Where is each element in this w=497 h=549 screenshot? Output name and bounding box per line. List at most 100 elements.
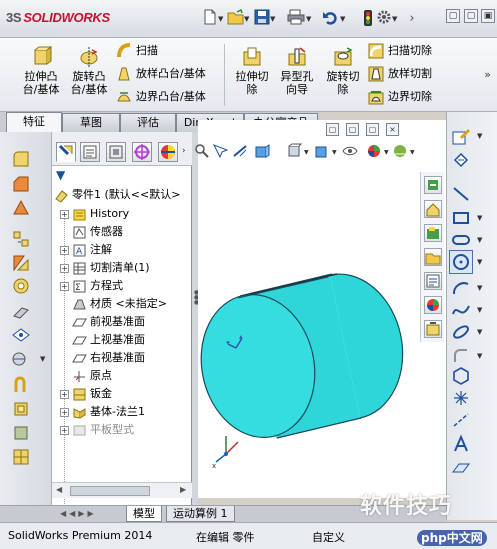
line-icon[interactable] xyxy=(451,184,471,204)
tab-model[interactable]: 模型 xyxy=(126,506,162,522)
extruded-cut-button[interactable]: 拉伸切 除 xyxy=(227,46,277,96)
tree-item[interactable]: + Σ 方程式 xyxy=(60,277,123,295)
print-icon[interactable] xyxy=(286,9,306,29)
tree-item[interactable]: + History xyxy=(60,205,129,223)
revolved-boss-button[interactable]: 旋转凸 台/基体 xyxy=(64,46,114,96)
tree-item[interactable]: 右视基准面 xyxy=(60,349,145,367)
viewport-tile-button[interactable]: ▢ xyxy=(346,123,359,136)
tab-evaluate[interactable]: 评估 xyxy=(120,113,176,132)
displaymanager-tab-icon[interactable] xyxy=(158,142,178,162)
edit-appearance-icon[interactable] xyxy=(366,143,382,159)
tree-item[interactable]: 传感器 xyxy=(60,223,123,241)
new-icon[interactable] xyxy=(200,9,220,29)
more-commands-button[interactable]: » xyxy=(484,68,491,81)
reference-geometry-dropdown-icon[interactable]: ▼ xyxy=(40,355,45,363)
graphics-area[interactable]: x xyxy=(198,120,446,498)
display-style-icon[interactable] xyxy=(314,143,330,159)
slot-icon[interactable] xyxy=(451,230,471,250)
tree-item[interactable]: + 基体-法兰1 xyxy=(60,403,145,421)
rib-icon[interactable] xyxy=(12,198,30,216)
slot-dropdown-icon[interactable]: ▼ xyxy=(477,236,482,244)
tree-item[interactable]: 前视基准面 xyxy=(60,313,145,331)
expand-icon[interactable]: + xyxy=(60,281,69,291)
window-button-2[interactable]: ▢ xyxy=(464,9,478,23)
tab-motion-study-1[interactable]: 运动算例 1 xyxy=(166,506,235,522)
hide-show-items-icon[interactable] xyxy=(342,143,358,159)
sweep-button[interactable]: 扫描 xyxy=(116,42,158,60)
fillet-sketch-dropdown-icon[interactable]: ▼ xyxy=(477,352,482,360)
appearances-scenes-icon[interactable] xyxy=(424,296,442,314)
undo-icon[interactable] xyxy=(320,9,340,29)
propertymanager-tab-icon[interactable] xyxy=(80,142,100,162)
file-explorer-icon[interactable] xyxy=(424,224,442,242)
expand-icon[interactable]: + xyxy=(60,425,69,435)
new-dropdown-icon[interactable]: ▼ xyxy=(218,15,223,23)
viewport-maximize-button[interactable]: ▢ xyxy=(366,123,379,136)
pattern-icon[interactable] xyxy=(12,230,30,248)
dimxpertmanager-tab-icon[interactable] xyxy=(132,142,152,162)
polygon-icon[interactable] xyxy=(451,366,471,386)
tree-item[interactable]: + 切割清单(1) xyxy=(60,259,150,277)
tree-horizontal-scrollbar[interactable]: ◀ ▶ xyxy=(52,482,192,498)
chamfer-icon[interactable] xyxy=(12,175,30,193)
manager-tabs-more-icon[interactable]: › xyxy=(182,146,186,156)
plane-sketch-icon[interactable] xyxy=(451,458,471,478)
fillet-icon[interactable] xyxy=(12,150,30,168)
tree-item[interactable]: + 钣金 xyxy=(60,385,112,403)
options-icon[interactable] xyxy=(374,9,394,29)
expand-icon[interactable]: + xyxy=(60,209,69,219)
scroll-left-arrow-icon[interactable]: ◀ xyxy=(56,485,62,494)
tab-features[interactable]: 特征 xyxy=(6,112,62,133)
lofted-cut-button[interactable]: 放样切割 xyxy=(368,65,432,83)
display-style-dropdown-icon[interactable]: ▼ xyxy=(332,149,337,156)
tree-item[interactable]: 材质 <未指定> xyxy=(60,295,167,313)
point-icon[interactable] xyxy=(451,388,471,408)
view-orientation-icon[interactable] xyxy=(286,143,302,159)
zoom-to-fit-icon[interactable] xyxy=(194,143,210,159)
open-icon[interactable] xyxy=(226,8,246,29)
view-palette-icon[interactable] xyxy=(424,248,442,266)
tree-item[interactable]: 原点 xyxy=(60,367,112,385)
save-dropdown-icon[interactable]: ▼ xyxy=(270,15,275,23)
boundary-cut-button[interactable]: 边界切除 xyxy=(368,88,432,106)
smart-dimension-icon[interactable] xyxy=(451,150,471,170)
instant3d-icon[interactable] xyxy=(12,400,30,418)
tree-root-part[interactable]: 零件1 (默认<<默认> xyxy=(54,186,180,204)
featuremanager-tab-icon[interactable] xyxy=(56,142,76,162)
curves-icon[interactable] xyxy=(12,376,30,394)
circle-button[interactable] xyxy=(449,250,473,274)
spline-dropdown-icon[interactable]: ▼ xyxy=(477,306,482,314)
section-view-icon[interactable] xyxy=(254,143,270,159)
custom-properties-icon[interactable] xyxy=(424,320,442,338)
filter-icon[interactable]: ▼ xyxy=(56,168,70,182)
extruded-boss-button[interactable]: 拉伸凸 台/基体 xyxy=(16,46,66,96)
hole-wizard-button[interactable]: 异型孔 向导 xyxy=(272,46,322,96)
viewport-restore-button[interactable]: ▢ xyxy=(326,123,339,136)
expand-icon[interactable]: + xyxy=(60,389,69,399)
sketch-icon[interactable] xyxy=(451,126,471,146)
save-icon[interactable] xyxy=(252,9,272,29)
solidworks-resources-icon[interactable] xyxy=(424,176,442,194)
tab-nav-arrows-icon[interactable]: ◀◀▶▶ xyxy=(60,509,97,518)
weldments-icon[interactable] xyxy=(12,448,30,466)
expand-icon[interactable]: + xyxy=(60,245,69,255)
loft-button[interactable]: 放样凸台/基体 xyxy=(116,65,206,83)
shell-icon[interactable] xyxy=(12,277,30,295)
expand-icon[interactable]: + xyxy=(60,263,69,273)
reference-geometry-icon[interactable] xyxy=(10,350,28,368)
appearance-dropdown-icon[interactable]: ▼ xyxy=(384,149,389,156)
ellipse-icon[interactable] xyxy=(451,322,471,342)
zoom-to-area-icon[interactable] xyxy=(212,143,228,159)
view-orientation-dropdown-icon[interactable]: ▼ xyxy=(304,149,309,156)
scroll-right-arrow-icon[interactable]: ▶ xyxy=(180,485,186,494)
apply-scene-icon[interactable] xyxy=(392,143,408,159)
sketch-dropdown-icon[interactable]: ▼ xyxy=(477,132,482,140)
configurationmanager-tab-icon[interactable] xyxy=(106,142,126,162)
mirror-icon[interactable] xyxy=(12,254,30,272)
rectangle-icon[interactable] xyxy=(451,208,471,228)
centerline-icon[interactable] xyxy=(451,410,471,430)
scene-dropdown-icon[interactable]: ▼ xyxy=(410,149,415,156)
tree-item[interactable]: 上视基准面 xyxy=(60,331,145,349)
undo-dropdown-icon[interactable]: ▼ xyxy=(340,15,345,23)
sheet-metal-icon[interactable] xyxy=(12,424,30,442)
